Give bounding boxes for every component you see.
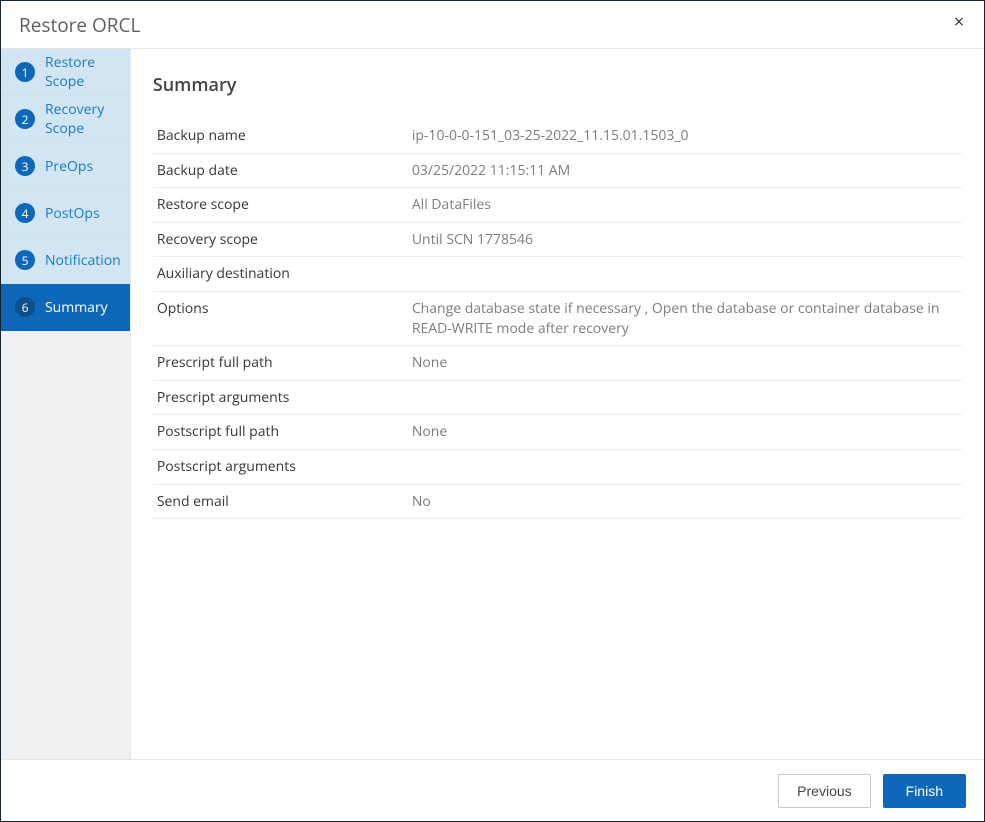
summary-key: Postscript full path [153, 415, 408, 450]
step-postops[interactable]: 4 PostOps [1, 190, 130, 237]
step-number: 4 [15, 203, 35, 223]
summary-key: Prescript full path [153, 346, 408, 381]
summary-value: Change database state if necessary , Ope… [408, 291, 962, 345]
summary-key: Restore scope [153, 188, 408, 223]
step-label: Restore Scope [45, 53, 130, 91]
summary-value [408, 449, 962, 484]
row-options: Options Change database state if necessa… [153, 291, 962, 345]
close-icon[interactable]: × [950, 13, 968, 31]
step-label: PreOps [45, 157, 93, 176]
restore-modal: Restore ORCL × 1 Restore Scope 2 Recover… [0, 0, 985, 822]
row-backup-date: Backup date 03/25/2022 11:15:11 AM [153, 153, 962, 188]
row-recovery-scope: Recovery scope Until SCN 1778546 [153, 222, 962, 257]
summary-value: Until SCN 1778546 [408, 222, 962, 257]
summary-key: Backup name [153, 119, 408, 153]
summary-value: All DataFiles [408, 188, 962, 223]
modal-title: Restore ORCL [19, 12, 140, 38]
modal-header: Restore ORCL × [1, 1, 984, 49]
step-label: PostOps [45, 204, 100, 223]
summary-key: Recovery scope [153, 222, 408, 257]
summary-value: ip-10-0-0-151_03-25-2022_11.15.01.1503_0 [408, 119, 962, 153]
step-number: 1 [15, 62, 35, 82]
step-label: Notification [45, 251, 121, 270]
summary-value [408, 380, 962, 415]
row-prescript-full-path: Prescript full path None [153, 346, 962, 381]
previous-button[interactable]: Previous [778, 774, 870, 808]
modal-footer: Previous Finish [1, 759, 984, 821]
summary-key: Send email [153, 484, 408, 519]
summary-table: Backup name ip-10-0-0-151_03-25-2022_11.… [153, 119, 962, 519]
step-restore-scope[interactable]: 1 Restore Scope [1, 49, 130, 96]
step-preops[interactable]: 3 PreOps [1, 143, 130, 190]
summary-value: None [408, 346, 962, 381]
summary-key: Backup date [153, 153, 408, 188]
step-label: Summary [45, 298, 108, 317]
modal-body: 1 Restore Scope 2 Recovery Scope 3 PreOp… [1, 49, 984, 759]
step-number: 6 [15, 297, 35, 317]
row-backup-name: Backup name ip-10-0-0-151_03-25-2022_11.… [153, 119, 962, 153]
step-recovery-scope[interactable]: 2 Recovery Scope [1, 96, 130, 143]
summary-value [408, 257, 962, 292]
summary-key: Postscript arguments [153, 449, 408, 484]
row-restore-scope: Restore scope All DataFiles [153, 188, 962, 223]
finish-button[interactable]: Finish [883, 774, 966, 808]
content-area: Summary Backup name ip-10-0-0-151_03-25-… [131, 49, 984, 759]
row-prescript-arguments: Prescript arguments [153, 380, 962, 415]
page-title: Summary [153, 73, 962, 97]
row-auxiliary-destination: Auxiliary destination [153, 257, 962, 292]
step-number: 3 [15, 156, 35, 176]
row-postscript-full-path: Postscript full path None [153, 415, 962, 450]
summary-key: Prescript arguments [153, 380, 408, 415]
summary-value: None [408, 415, 962, 450]
summary-key: Auxiliary destination [153, 257, 408, 292]
step-label: Recovery Scope [45, 100, 130, 138]
summary-key: Options [153, 291, 408, 345]
summary-value: No [408, 484, 962, 519]
step-number: 2 [15, 109, 35, 129]
row-send-email: Send email No [153, 484, 962, 519]
summary-value: 03/25/2022 11:15:11 AM [408, 153, 962, 188]
step-notification[interactable]: 5 Notification [1, 237, 130, 284]
wizard-sidebar: 1 Restore Scope 2 Recovery Scope 3 PreOp… [1, 49, 131, 759]
step-summary[interactable]: 6 Summary [1, 284, 130, 331]
step-number: 5 [15, 250, 35, 270]
row-postscript-arguments: Postscript arguments [153, 449, 962, 484]
